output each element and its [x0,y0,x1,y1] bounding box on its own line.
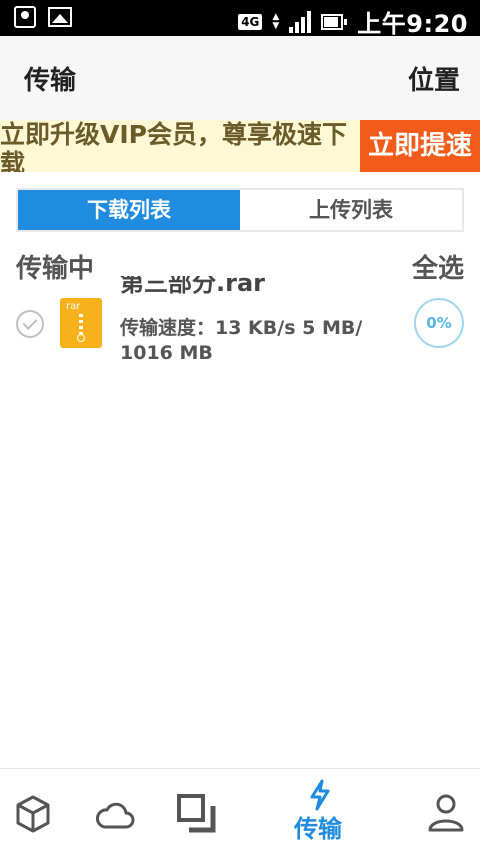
tab-upload-list[interactable]: 上传列表 [240,190,462,230]
vip-banner[interactable]: 立即升级VIP会员，尊享极速下载 立即提速 [0,120,480,172]
transfer-tabs: 下载列表 上传列表 [16,188,464,232]
vip-banner-text: 立即升级VIP会员，尊享极速下载 [0,120,347,172]
page-title: 传输 [24,66,77,96]
lightning-icon [310,779,330,811]
zipper-pull-icon [77,334,85,342]
progress-indicator[interactable]: 0% [414,298,464,348]
tab-download-list[interactable]: 下载列表 [18,190,240,230]
rar-file-icon: rar [60,298,102,348]
zipper-icon [79,314,83,334]
nav-item-profile[interactable] [412,769,480,855]
app-header: 传输 位置 [0,36,480,120]
bottom-nav: 传输 [0,768,480,855]
file-name: 第三部分.rar [120,276,265,297]
nav-item-files[interactable] [166,769,226,855]
speed-up-button[interactable]: 立即提速 [360,120,480,172]
nav-label-transfer: 传输 [294,815,342,843]
user-icon [428,794,464,832]
files-icon [177,794,216,833]
status-left-icons [14,6,72,28]
transfer-speed: 传输速度：13 KB/s 5 MB/ 1016 MB [120,317,363,364]
location-button[interactable]: 位置 [408,60,460,97]
section-label: 传输中 [16,254,95,284]
status-bar: 4G ▲ ▼ 上午9:20 [0,0,480,39]
data-arrows-icon: ▲ ▼ [272,11,280,31]
nav-item-transfer[interactable]: 传输 [286,769,356,855]
gallery-icon [48,7,72,27]
select-all-button[interactable]: 全选 [412,248,464,285]
status-time: 上午9:20 [357,10,468,38]
list-item[interactable]: rar 第三部分.rar 传输速度：13 KB/s 5 MB/ 1016 MB … [0,276,480,372]
cube-icon [16,795,50,833]
cloud-icon [96,802,135,829]
network-4g-icon: 4G [238,13,263,30]
signal-icon [289,10,312,33]
status-right-icons: 4G ▲ ▼ 上午9:20 [238,4,468,39]
file-type-label: rar [66,301,81,312]
check-circle-icon[interactable] [16,310,44,338]
nav-item-home[interactable] [0,769,68,855]
nav-item-cloud[interactable] [86,769,146,855]
rec-icon [14,6,36,28]
battery-icon [321,13,348,30]
